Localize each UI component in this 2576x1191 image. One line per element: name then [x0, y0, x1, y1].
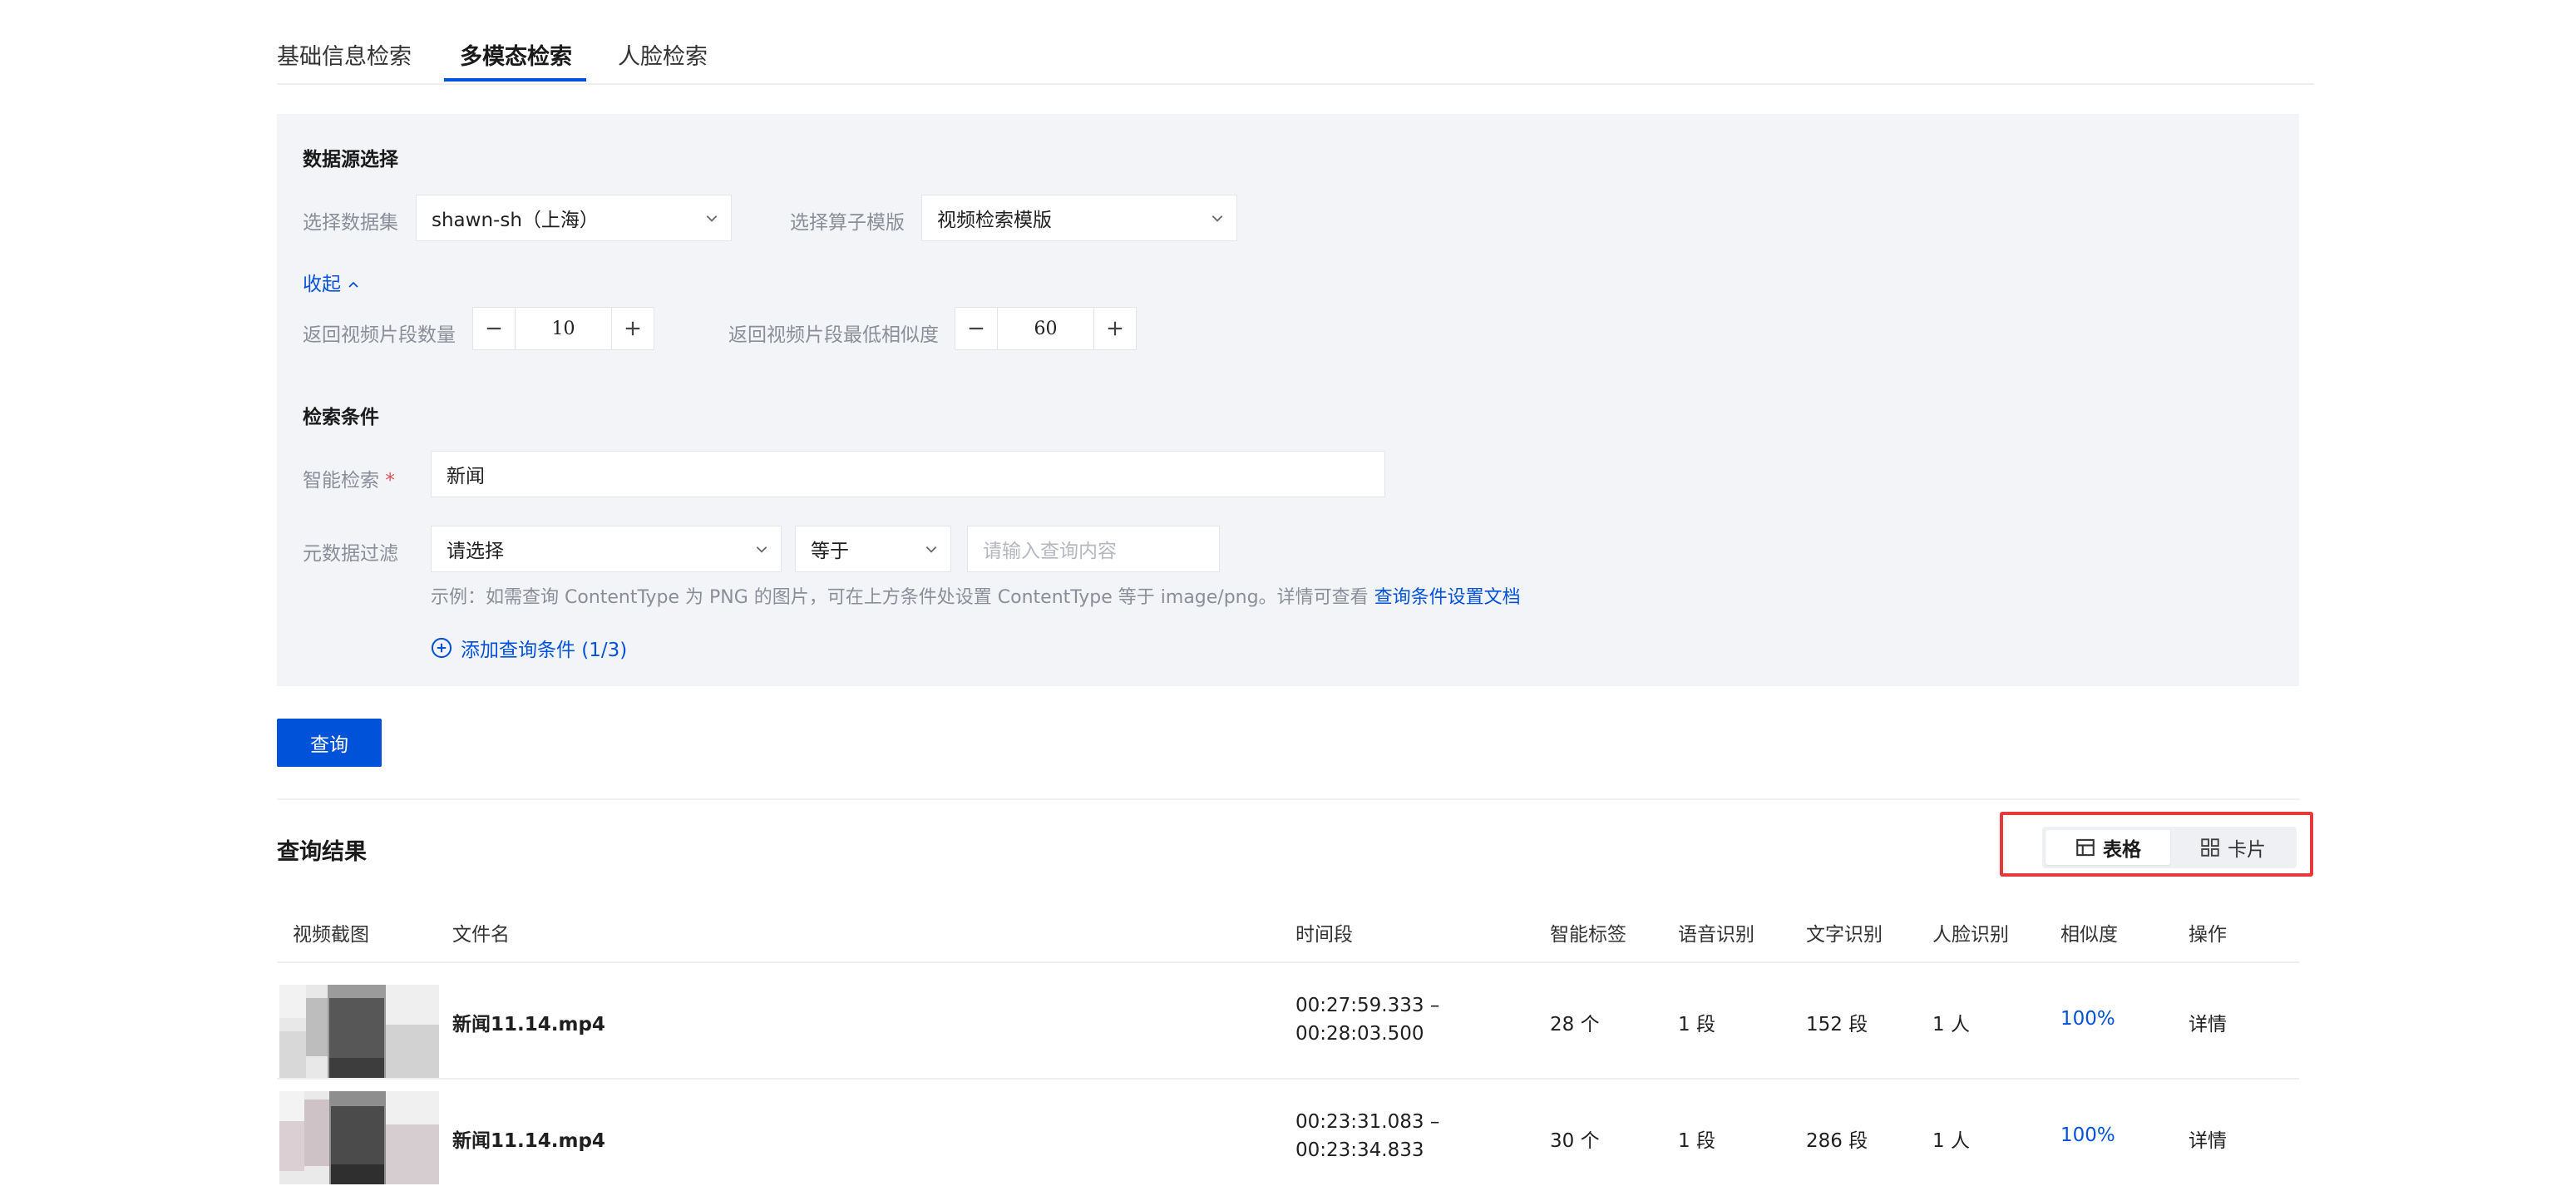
tab-face-search[interactable]: 人脸检索: [618, 38, 708, 71]
column-header: 操作: [2189, 924, 2227, 946]
time-end: 00:28:03.500: [1295, 1023, 1424, 1045]
add-condition-button[interactable]: 添加查询条件 (1/3): [431, 634, 627, 662]
view-table-button[interactable]: 表格: [2046, 830, 2170, 865]
file-name: 新闻11.14.mp4: [452, 1014, 605, 1035]
add-condition-label: 添加查询条件 (1/3): [461, 640, 628, 661]
face-count: 1 人: [1932, 1014, 1970, 1035]
min-similarity-label: 返回视频片段最低相似度: [728, 324, 939, 346]
hint-doc-link[interactable]: 查询条件设置文档: [1374, 587, 1521, 608]
collapse-label: 收起: [303, 274, 341, 295]
column-header: 文件名: [452, 924, 510, 946]
segment-count-value[interactable]: 10: [515, 308, 612, 349]
column-header: 文字识别: [1806, 924, 1883, 946]
chevron-up-icon: [348, 281, 358, 288]
grid-icon: [2201, 838, 2219, 857]
decrement-button[interactable]: [955, 308, 997, 349]
column-header: 语音识别: [1678, 924, 1754, 946]
tab-bar: 基础信息检索 多模态检索 人脸检索: [277, 33, 2314, 85]
template-select[interactable]: 视频检索模版: [921, 195, 1237, 241]
template-value: 视频检索模版: [937, 210, 1052, 231]
add-circle-icon: [431, 637, 452, 659]
increment-button[interactable]: [1094, 308, 1136, 349]
segment-count-stepper: 10: [472, 307, 654, 350]
smart-search-label-text: 智能检索: [303, 470, 379, 492]
operator-select[interactable]: 等于: [795, 526, 951, 572]
similarity-value: 100%: [2060, 1008, 2115, 1030]
active-tab-indicator: [444, 78, 586, 82]
chevron-down-icon: [756, 546, 767, 553]
dataset-label: 选择数据集: [303, 212, 398, 234]
minus-icon: [486, 327, 501, 330]
ocr-count: 152 段: [1806, 1014, 1868, 1035]
collapse-toggle[interactable]: 收起: [303, 268, 360, 296]
smart-tags-count: 28 个: [1550, 1014, 1600, 1035]
tab-basic-search[interactable]: 基础信息检索: [277, 38, 412, 71]
speech-count: 1 段: [1678, 1014, 1715, 1035]
metadata-field-select[interactable]: 请选择: [431, 526, 782, 572]
details-link[interactable]: 详情: [2189, 1124, 2227, 1153]
time-end: 00:23:34.833: [1295, 1139, 1424, 1161]
video-thumbnail[interactable]: [279, 1091, 439, 1184]
view-card-label: 卡片: [2228, 839, 2266, 861]
query-button[interactable]: 查询: [277, 719, 382, 767]
column-header: 时间段: [1295, 924, 1353, 946]
decrement-button[interactable]: [473, 308, 515, 349]
hint-row: 示例：如需查询 ContentType 为 PNG 的图片，可在上方条件处设置 …: [431, 582, 1521, 609]
column-header: 人脸识别: [1932, 924, 2009, 946]
column-header: 视频截图: [293, 924, 369, 946]
column-header: 智能标签: [1550, 924, 1626, 946]
view-toggle: 表格 卡片: [2042, 827, 2297, 868]
time-start: 00:23:31.083 –: [1295, 1111, 1440, 1133]
metadata-field-value: 请选择: [447, 541, 504, 562]
smart-search-input[interactable]: 新闻: [431, 451, 1385, 497]
video-thumbnail[interactable]: [279, 985, 439, 1078]
min-similarity-value[interactable]: 60: [997, 308, 1094, 349]
smart-tags-count: 30 个: [1550, 1130, 1600, 1152]
similarity-value: 100%: [2060, 1124, 2115, 1146]
file-name: 新闻11.14.mp4: [452, 1130, 605, 1152]
query-content-input[interactable]: 请输入查询内容: [967, 526, 1220, 572]
plus-icon: [1108, 321, 1123, 336]
metadata-filter-label: 元数据过滤: [303, 543, 398, 565]
results-title: 查询结果: [277, 839, 367, 865]
column-header: 相似度: [2060, 924, 2118, 946]
template-label: 选择算子模版: [790, 212, 905, 234]
chevron-down-icon: [1212, 215, 1223, 222]
view-card-button[interactable]: 卡片: [2172, 830, 2293, 865]
face-count: 1 人: [1932, 1130, 1970, 1152]
speech-count: 1 段: [1678, 1130, 1715, 1152]
ocr-count: 286 段: [1806, 1130, 1868, 1152]
min-similarity-stepper: 60: [955, 307, 1137, 350]
dataset-value: shawn-sh（上海）: [432, 210, 599, 231]
conditions-title: 检索条件: [303, 407, 379, 428]
hint-text: 示例：如需查询 ContentType 为 PNG 的图片，可在上方条件处设置 …: [431, 587, 1369, 608]
chevron-down-icon: [925, 546, 937, 553]
details-link[interactable]: 详情: [2189, 1008, 2227, 1036]
increment-button[interactable]: [612, 308, 654, 349]
smart-search-value: 新闻: [447, 466, 485, 487]
dataset-select[interactable]: shawn-sh（上海）: [416, 195, 732, 241]
section-divider: [277, 798, 2299, 800]
data-source-title: 数据源选择: [303, 149, 398, 170]
minus-icon: [969, 327, 984, 330]
time-start: 00:27:59.333 –: [1295, 995, 1440, 1016]
smart-search-label: 智能检索 *: [303, 464, 395, 492]
required-mark: *: [385, 470, 395, 492]
chevron-down-icon: [706, 215, 718, 222]
segment-count-label: 返回视频片段数量: [303, 324, 456, 346]
operator-value: 等于: [811, 541, 849, 562]
table-icon: [2076, 838, 2095, 857]
view-table-label: 表格: [2103, 839, 2141, 861]
plus-icon: [625, 321, 640, 336]
tab-multimodal-search[interactable]: 多模态检索: [460, 38, 572, 71]
query-content-placeholder: 请输入查询内容: [983, 541, 1117, 562]
